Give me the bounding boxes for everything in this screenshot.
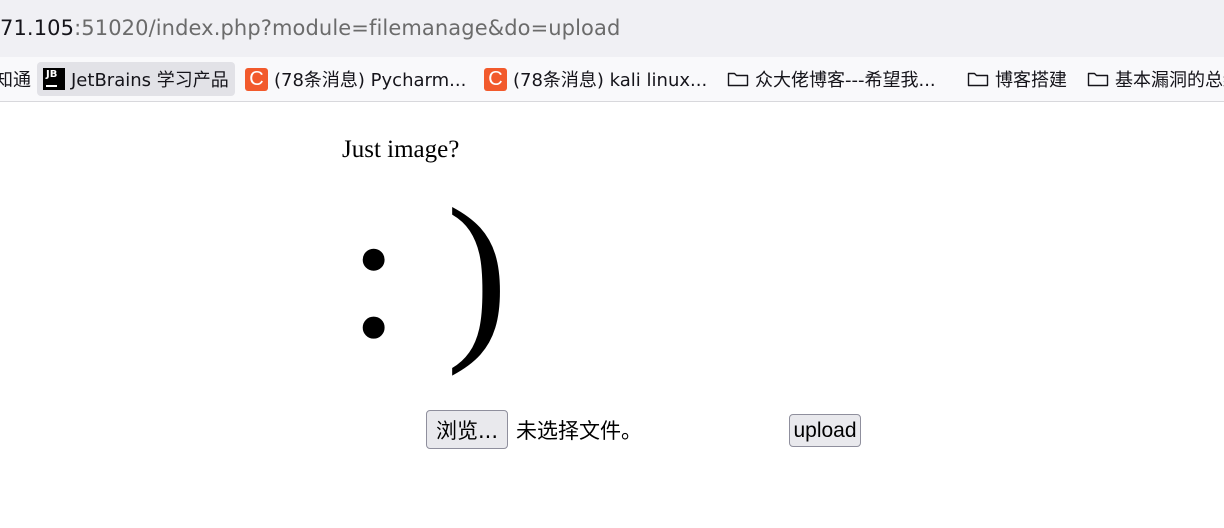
- bookmark-label: (78条消息) Pycharm...: [274, 70, 467, 91]
- csdn-icon: C: [484, 67, 507, 91]
- csdn-icon: C: [245, 67, 268, 91]
- bookmark-label: 知通: [0, 70, 31, 91]
- url-path: :51020/index.php?module=filemanage&do=up…: [74, 16, 621, 40]
- smiley-face: : ): [348, 171, 509, 377]
- bookmark-folder-blog-setup[interactable]: 博客搭建: [967, 62, 1067, 96]
- url-text[interactable]: 71.105:51020/index.php?module=filemanage…: [0, 16, 620, 40]
- upload-button[interactable]: upload: [789, 414, 861, 447]
- bookmark-jetbrains[interactable]: JB JetBrains 学习产品: [37, 62, 235, 96]
- url-host: 71.105: [0, 16, 75, 40]
- page-content: Just image? : ) 浏览... 未选择文件。 upload: [0, 102, 1224, 528]
- browse-button[interactable]: 浏览...: [426, 410, 508, 449]
- bookmark-label: JetBrains 学习产品: [71, 70, 229, 91]
- bookmark-label: 基本漏洞的总结: [1115, 70, 1224, 91]
- bookmark-label: (78条消息) kali linux...: [513, 70, 708, 91]
- bookmark-label: 众大佬博客---希望我...: [755, 70, 936, 91]
- folder-icon: [1087, 72, 1109, 87]
- bookmark-pycharm[interactable]: C (78条消息) Pycharm...: [245, 62, 466, 96]
- bookmark-item[interactable]: 知通: [0, 62, 31, 96]
- folder-icon: [727, 72, 749, 87]
- jetbrains-icon: JB: [43, 68, 65, 90]
- file-status-text: 未选择文件。: [516, 419, 642, 443]
- bookmarks-bar: 知通 JB JetBrains 学习产品 C (78条消息) Pycharm..…: [0, 57, 1224, 102]
- folder-icon: [967, 72, 989, 87]
- bookmark-kali[interactable]: C (78条消息) kali linux...: [484, 62, 707, 96]
- bookmark-folder-blogs[interactable]: 众大佬博客---希望我...: [727, 62, 936, 96]
- address-bar[interactable]: 71.105:51020/index.php?module=filemanage…: [0, 0, 1224, 57]
- bookmark-label: 博客搭建: [995, 70, 1067, 91]
- page-heading: Just image?: [342, 136, 460, 163]
- bookmark-folder-vulns[interactable]: 基本漏洞的总结: [1087, 62, 1224, 96]
